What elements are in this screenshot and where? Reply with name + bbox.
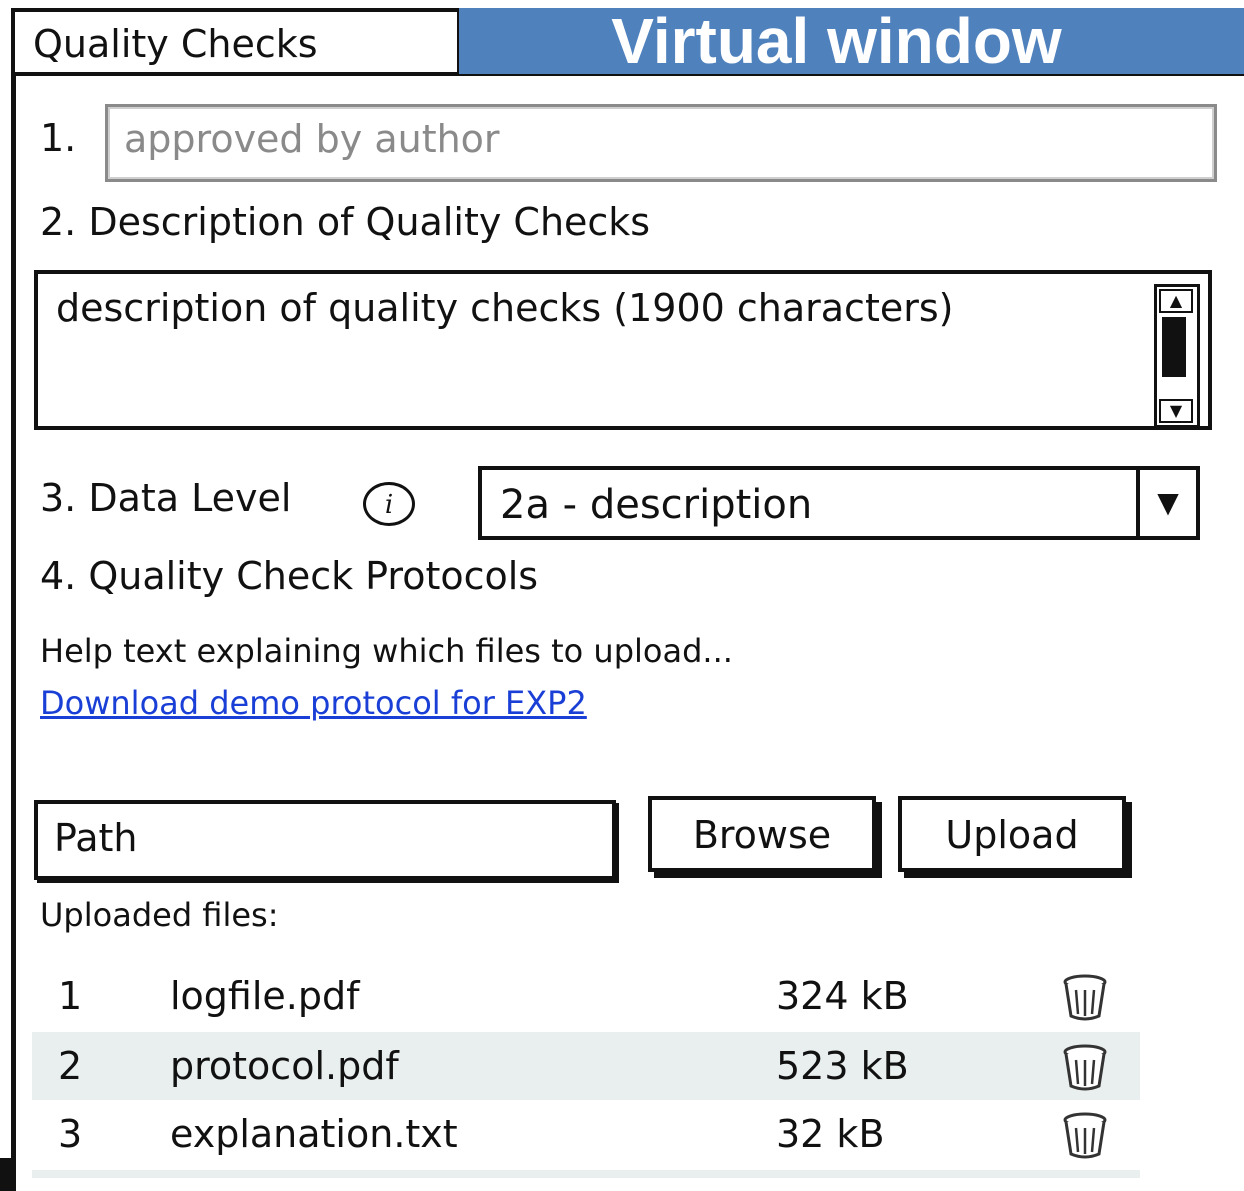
window-title: Quality Checks (33, 22, 318, 66)
description-text: description of quality checks (1900 char… (56, 286, 954, 330)
trash-icon[interactable] (1060, 1110, 1110, 1160)
file-number: 3 (58, 1112, 83, 1156)
file-row: 2 protocol.pdf 523 kB (32, 1032, 1140, 1100)
trash-icon[interactable] (1060, 972, 1110, 1022)
file-name: protocol.pdf (170, 1044, 399, 1088)
data-level-dropdown[interactable]: 2a - description ▼ (478, 466, 1200, 540)
upload-button[interactable]: Upload (898, 796, 1126, 872)
download-demo-link[interactable]: Download demo protocol for EXP2 (40, 684, 587, 722)
file-number: 1 (58, 974, 83, 1018)
scroll-thumb[interactable] (1162, 317, 1186, 377)
data-level-selected: 2a - description (500, 482, 813, 528)
window-title-tab: Quality Checks (11, 8, 461, 76)
chevron-down-icon[interactable]: ▼ (1136, 470, 1196, 536)
browse-button[interactable]: Browse (648, 796, 876, 872)
scroll-up-arrow-icon[interactable]: ▲ (1159, 289, 1193, 313)
info-icon[interactable]: i (363, 482, 415, 526)
uploaded-files-label: Uploaded files: (40, 896, 279, 934)
approved-by-input[interactable]: approved by author (105, 104, 1217, 182)
file-size: 32 kB (776, 1112, 885, 1156)
file-name: explanation.txt (170, 1112, 458, 1156)
path-input[interactable]: Path (34, 800, 616, 880)
description-textarea[interactable]: description of quality checks (1900 char… (34, 270, 1212, 430)
window-frame-corner (0, 1158, 11, 1191)
scroll-down-arrow-icon[interactable]: ▼ (1159, 399, 1193, 423)
help-text: Help text explaining which files to uplo… (40, 632, 733, 670)
protocols-label: 4. Quality Check Protocols (40, 554, 539, 598)
file-row: 1 logfile.pdf 324 kB (32, 962, 1140, 1030)
textarea-scrollbar[interactable]: ▲ ▼ (1154, 284, 1200, 428)
field-1-number: 1. (40, 116, 77, 160)
file-size: 324 kB (776, 974, 909, 1018)
file-size: 523 kB (776, 1044, 909, 1088)
table-bottom-strip (32, 1170, 1140, 1178)
file-number: 2 (58, 1044, 83, 1088)
window-frame-left (11, 74, 16, 1191)
file-name: logfile.pdf (170, 974, 360, 1018)
virtual-window-banner: Virtual window (459, 8, 1244, 74)
file-row: 3 explanation.txt 32 kB (32, 1100, 1140, 1168)
data-level-label: 3. Data Level (40, 476, 292, 520)
description-label: 2. Description of Quality Checks (40, 200, 651, 244)
trash-icon[interactable] (1060, 1042, 1110, 1092)
